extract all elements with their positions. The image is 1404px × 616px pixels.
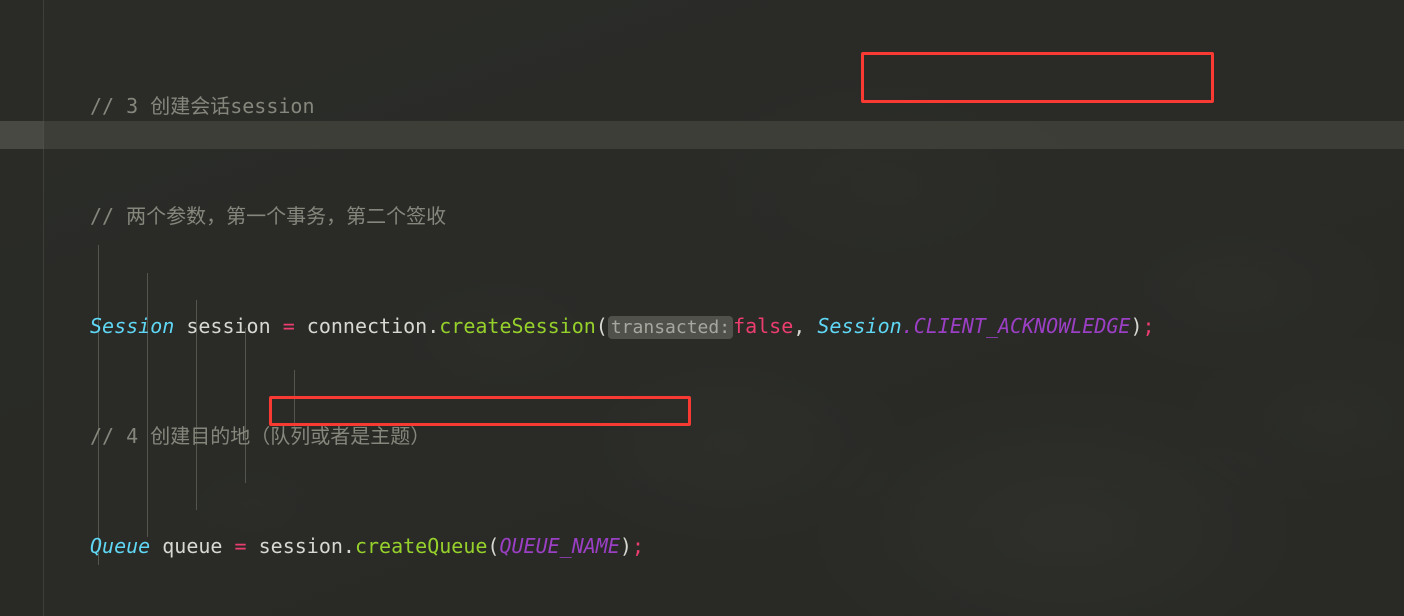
paren-close: ) <box>619 533 632 558</box>
var-session: session <box>258 533 343 558</box>
comment-text: // 两个参数，第一个事务，第二个签收 <box>90 203 447 228</box>
method-create-session: createSession <box>439 313 596 338</box>
type-queue: Queue <box>90 533 151 558</box>
paren-close: ) <box>1130 313 1143 338</box>
comment-text: // 3 创建会话session <box>90 93 315 118</box>
method-create-queue: createQueue <box>354 533 488 558</box>
comment-text: // 4 创建目的地（队列或者是主题） <box>90 423 431 448</box>
code-line-2[interactable]: // 两个参数，第一个事务，第二个签收 <box>0 203 1404 231</box>
constant-queue-name: QUEUE_NAME <box>499 533 620 558</box>
code-line-3[interactable]: Session session = connection.createSessi… <box>0 313 1404 341</box>
comma: , <box>793 313 818 338</box>
parameter-hint-transacted: transacted: <box>607 315 734 339</box>
paren-open: ( <box>595 313 608 338</box>
semicolon: ; <box>1142 313 1155 338</box>
code-editor[interactable]: // 3 创建会话session // 两个参数，第一个事务，第二个签收 Ses… <box>0 0 1404 616</box>
constant-client-acknowledge: CLIENT_ACKNOWLEDGE <box>913 313 1131 338</box>
code-line-5[interactable]: Queue queue = session.createQueue(QUEUE_… <box>0 533 1404 561</box>
assign-operator: = <box>282 313 295 338</box>
type-session: Session <box>90 313 175 338</box>
code-line-1[interactable]: // 3 创建会话session <box>0 93 1404 121</box>
var-session: session <box>186 313 271 338</box>
paren-open: ( <box>487 533 500 558</box>
assign-operator: = <box>234 533 247 558</box>
type-session-ref: Session <box>817 313 902 338</box>
dot: . <box>342 533 355 558</box>
literal-false: false <box>733 313 794 338</box>
code-line-4[interactable]: // 4 创建目的地（队列或者是主题） <box>0 423 1404 451</box>
semicolon: ; <box>631 533 644 558</box>
var-connection: connection <box>306 313 428 338</box>
dot: . <box>427 313 440 338</box>
var-queue: queue <box>162 533 223 558</box>
code-content[interactable]: // 3 创建会话session // 两个参数，第一个事务，第二个签收 Ses… <box>0 0 1404 616</box>
dot: . <box>901 313 914 338</box>
